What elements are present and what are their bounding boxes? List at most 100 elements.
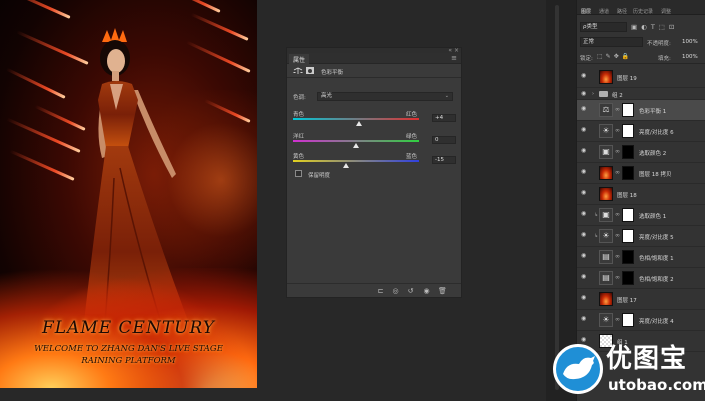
artwork-subtitle: WELCOME TO ZHANG DAN'S LIVE STAGE (34, 344, 223, 354)
layer-name[interactable]: 图层 17 (617, 296, 637, 304)
panel-menu-icon[interactable]: ≡ (451, 54, 457, 62)
slider-thumb[interactable] (353, 143, 359, 148)
eye-icon[interactable]: ◉ (581, 337, 589, 343)
opacity-input[interactable]: 100% (682, 39, 698, 45)
layer-mask-thumbnail[interactable] (622, 229, 634, 243)
layer-row[interactable]: ◉ 图层 17 (577, 289, 705, 310)
eye-icon[interactable]: ◉ (581, 316, 589, 322)
layers-tab[interactable]: 路径 (617, 8, 627, 15)
layer-name[interactable]: 图层 18 拷贝 (639, 170, 672, 178)
link-icon[interactable]: ∞ (615, 169, 620, 176)
layer-name[interactable]: 亮度/对比度 5 (639, 233, 674, 241)
meteor-streak (9, 149, 75, 181)
layer-row[interactable]: ◉ ▣ ∞ 选取颜色 2 (577, 142, 705, 163)
layer-row[interactable]: ◉ ↳ ▣ ∞ 选取颜色 1 (577, 205, 705, 226)
layer-row[interactable]: ◉ ☀ ∞ 亮度/对比度 6 (577, 121, 705, 142)
layer-mask-thumbnail[interactable] (622, 103, 634, 117)
layer-group-row[interactable]: ◉ › 组 2 (577, 88, 705, 100)
layer-mask-thumbnail[interactable] (622, 145, 634, 159)
eye-icon[interactable]: ◉ (581, 190, 589, 196)
eye-icon[interactable]: ◉ (581, 274, 589, 280)
preserve-luminosity[interactable]: 保留明度 (295, 170, 415, 179)
slider-track[interactable] (293, 160, 419, 162)
eye-icon[interactable]: ◉ (581, 211, 589, 217)
chevron-right-icon[interactable]: › (592, 91, 594, 97)
eye-icon[interactable]: ◉ (581, 232, 589, 238)
layer-name[interactable]: 图层 18 (617, 191, 637, 199)
layer-row[interactable]: ◉ ↳ ☀ ∞ 亮度/对比度 5 (577, 226, 705, 247)
eye-icon[interactable]: ◉ (581, 91, 589, 97)
layer-row[interactable]: ◉ ⚖ ∞ 色彩平衡 1 (577, 100, 705, 121)
delete-icon[interactable]: 🗑 (438, 287, 447, 295)
layer-name[interactable]: 组 2 (612, 91, 623, 99)
layer-kind-filter[interactable]: ρ类型 (580, 22, 627, 32)
clip-to-layer-icon[interactable]: ⊏ (376, 287, 385, 295)
tone-select[interactable]: 高光 ⌄ (317, 92, 453, 101)
slider-value-input[interactable]: 0 (432, 136, 456, 144)
slider-left-label: 青色 (293, 112, 305, 118)
slider-value-input[interactable]: +4 (432, 114, 456, 122)
link-icon[interactable]: ∞ (615, 127, 620, 134)
layer-name[interactable]: 亮度/对比度 4 (639, 317, 674, 325)
document-canvas[interactable]: FLAME CENTURY WELCOME TO ZHANG DAN'S LIV… (0, 0, 257, 388)
reset-icon[interactable]: ↺ (406, 287, 415, 295)
layer-name[interactable]: 亮度/对比度 6 (639, 128, 674, 136)
eye-icon[interactable]: ◉ (581, 148, 589, 154)
layers-tab[interactable]: 图层 (581, 8, 591, 15)
scrollbar[interactable] (555, 5, 559, 390)
layer-name[interactable]: 选取颜色 2 (639, 149, 666, 157)
eye-icon[interactable]: ◉ (581, 106, 589, 112)
layer-row[interactable]: ◉ 图层 18 (577, 184, 705, 205)
slider-track[interactable] (293, 118, 419, 120)
slider-thumb[interactable] (342, 163, 349, 168)
layer-mask-thumbnail[interactable] (622, 124, 634, 138)
layer-row[interactable]: ◉ 图层 19 (577, 67, 705, 88)
layer-mask-thumbnail[interactable] (622, 313, 634, 327)
preserve-luminosity-checkbox[interactable] (295, 170, 302, 177)
eye-icon[interactable]: ◉ (581, 127, 589, 133)
layer-thumbnail (599, 166, 613, 180)
fill-input[interactable]: 100% (682, 54, 698, 60)
layer-row[interactable]: ◉ ∞ 图层 18 拷贝 (577, 163, 705, 184)
layer-mask-thumbnail[interactable] (622, 208, 634, 222)
sun-icon: ☀ (599, 313, 613, 327)
artwork-title: FLAME CENTURY (41, 318, 216, 338)
layer-row[interactable]: ◉ ☀ ∞ 亮度/对比度 4 (577, 310, 705, 331)
link-icon[interactable]: ∞ (615, 232, 620, 239)
color-balance-slider[interactable]: 青色 红色 +4 (293, 110, 456, 132)
layer-name[interactable]: 色彩平衡 1 (639, 107, 666, 115)
eye-icon[interactable]: ◉ (581, 169, 589, 175)
layer-mask-thumbnail[interactable] (622, 166, 634, 180)
blend-mode-select[interactable]: 正常 (580, 37, 643, 47)
layer-mask-thumbnail[interactable] (622, 250, 634, 264)
layers-tab[interactable]: 调整 (661, 8, 671, 15)
slider-value-input[interactable]: -15 (432, 156, 456, 164)
color-balance-slider[interactable]: 洋红 绿色 0 (293, 132, 456, 154)
layer-row[interactable]: ◉ ▤ ∞ 色相/饱和度 2 (577, 268, 705, 289)
lock-icons[interactable]: ⬚✎✥🔒 (597, 53, 632, 60)
layer-name[interactable]: 色相/饱和度 1 (639, 254, 674, 262)
link-icon[interactable]: ∞ (615, 211, 620, 218)
link-icon[interactable]: ∞ (615, 316, 620, 323)
properties-panel: « × 属性 ≡ 色彩平衡 色调: 高光 ⌄ 青色 红色 +4 洋红 绿色 0 黄色 蓝色 -1… (286, 47, 462, 298)
layer-name[interactable]: 选取颜色 1 (639, 212, 666, 220)
link-icon[interactable]: ∞ (615, 253, 620, 260)
layer-mask-icon[interactable] (306, 67, 314, 74)
view-previous-icon[interactable]: ◎ (391, 287, 400, 295)
visibility-icon[interactable]: ◉ (422, 287, 431, 295)
layer-name[interactable]: 色相/饱和度 2 (639, 275, 674, 283)
layers-tab[interactable]: 通道 (599, 8, 609, 15)
layer-name[interactable]: 图层 19 (617, 74, 637, 82)
link-icon[interactable]: ∞ (615, 274, 620, 281)
eye-icon[interactable]: ◉ (581, 73, 589, 79)
layer-row[interactable]: ◉ ▤ ∞ 色相/饱和度 1 (577, 247, 705, 268)
layer-mask-thumbnail[interactable] (622, 271, 634, 285)
eye-icon[interactable]: ◉ (581, 295, 589, 301)
eye-icon[interactable]: ◉ (581, 253, 589, 259)
link-icon[interactable]: ∞ (615, 106, 620, 113)
layers-tab[interactable]: 历史记录 (633, 8, 653, 15)
slider-track[interactable] (293, 140, 419, 142)
filter-icons[interactable]: ▣◐T⬚⊡ (631, 23, 678, 31)
slider-thumb[interactable] (355, 121, 362, 126)
link-icon[interactable]: ∞ (615, 148, 620, 155)
